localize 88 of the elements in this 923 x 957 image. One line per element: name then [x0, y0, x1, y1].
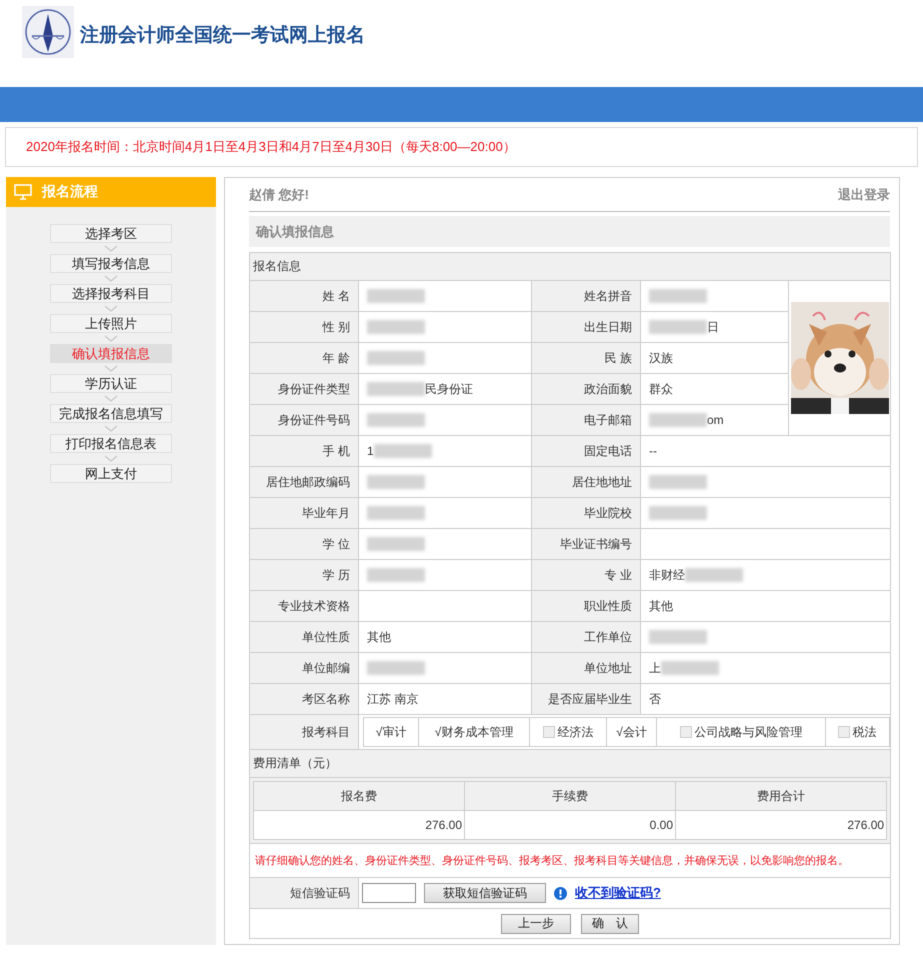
step-item[interactable]: 选择考区 — [50, 224, 172, 243]
step-item[interactable]: 填写报考信息 — [50, 254, 172, 273]
table-cell: 276.00 — [676, 810, 887, 840]
section-title: 确认填报信息 — [256, 222, 334, 240]
logo-icon — [22, 6, 74, 58]
site-title: 注册会计师全国统一考试网上报名 — [80, 24, 365, 48]
subject-option: 公司战略与风险管理 — [694, 724, 802, 740]
field-label: 固定电话 — [532, 436, 640, 466]
subject-option: √财务成本管理 — [434, 724, 514, 740]
field-label: 工作单位 — [532, 622, 640, 652]
chevron-down-icon — [104, 245, 118, 252]
field-label: 姓 名 — [250, 280, 358, 312]
sidebar-title: 报名流程 — [42, 183, 98, 201]
subject-option: 经济法 — [558, 724, 594, 740]
field-value: 日 — [707, 318, 719, 336]
sms-code-button[interactable]: 获取短信验证码 — [424, 883, 546, 903]
column-header: 费用合计 — [676, 782, 887, 810]
column-header: 报名费 — [254, 782, 465, 810]
step-item[interactable]: 学历认证 — [50, 374, 172, 393]
field-label: 短信验证码 — [250, 878, 358, 908]
info-icon — [554, 886, 567, 900]
field-label: 单位地址 — [532, 652, 640, 684]
field-label: 单位性质 — [250, 622, 358, 652]
field-label: 职业性质 — [532, 590, 640, 622]
step-item[interactable]: 选择报考科目 — [50, 284, 172, 303]
greeting-text: 赵倩 您好! — [249, 186, 309, 204]
back-button[interactable]: 上一步 — [501, 914, 572, 934]
field-label: 学 历 — [250, 560, 358, 590]
field-label: 性 别 — [250, 312, 358, 342]
table-cell: 276.00 — [254, 810, 465, 840]
field-value: 江苏 南京 — [367, 690, 418, 708]
field-label: 手 机 — [250, 436, 358, 466]
warning-text: 请仔细确认您的姓名、身份证件类型、身份证件号码、报考考区、报考科目等关键信息，并确保无误，以免影响您的报名。 — [255, 855, 849, 867]
field-value: 非财经 — [649, 566, 685, 584]
field-label: 报考科目 — [250, 714, 358, 750]
field-label: 毕业证书编号 — [532, 528, 640, 560]
table-cell: 0.00 — [464, 810, 676, 840]
field-label: 身份证件号码 — [250, 404, 358, 436]
chevron-down-icon — [104, 395, 118, 402]
field-value: 其他 — [367, 628, 391, 646]
field-label: 电子邮箱 — [532, 404, 640, 436]
field-label: 政治面貌 — [532, 374, 640, 404]
field-value: om — [707, 413, 724, 427]
field-label: 是否应届毕业生 — [532, 684, 640, 714]
input-field[interactable] — [362, 883, 416, 903]
field-label: 姓名拼音 — [532, 280, 640, 312]
field-label: 单位邮编 — [250, 652, 358, 684]
subject-option: 税法 — [852, 724, 876, 740]
subject-option: √会计 — [616, 724, 647, 740]
chevron-down-icon — [104, 305, 118, 312]
chevron-down-icon — [104, 425, 118, 432]
field-value: 汉族 — [649, 350, 673, 366]
field-value: -- — [649, 444, 657, 458]
monitor-icon — [14, 184, 32, 200]
field-label: 学 位 — [250, 528, 358, 560]
field-label: 毕业年月 — [250, 498, 358, 528]
table-caption: 报名信息 — [250, 252, 891, 280]
field-label: 考区名称 — [250, 684, 358, 714]
field-label: 身份证件类型 — [250, 374, 358, 404]
field-value: 否 — [649, 690, 661, 708]
step-item[interactable]: 上传照片 — [50, 314, 172, 333]
subject-option: √审计 — [376, 724, 406, 740]
field-label: 毕业院校 — [532, 498, 640, 528]
field-value: 上 — [649, 660, 661, 676]
step-item[interactable]: 打印报名信息表 — [50, 434, 172, 453]
table-caption: 费用清单（元） — [250, 750, 891, 778]
field-label: 民 族 — [532, 342, 640, 374]
field-label: 出生日期 — [532, 312, 640, 342]
chevron-down-icon — [104, 275, 118, 282]
field-value: 群众 — [649, 380, 673, 398]
chevron-down-icon — [104, 455, 118, 462]
step-item[interactable]: 网上支付 — [50, 464, 172, 483]
field-label: 年 龄 — [250, 342, 358, 374]
field-label: 专 业 — [532, 560, 640, 590]
field-value: 1 — [367, 444, 374, 458]
confirm-button[interactable]: 确 认 — [581, 914, 640, 934]
step-item[interactable]: 完成报名信息填写 — [50, 404, 172, 423]
field-label: 居住地邮政编码 — [250, 466, 358, 498]
field-value: 其他 — [649, 598, 673, 614]
logout-link[interactable]: 退出登录 — [838, 186, 890, 204]
column-header: 手续费 — [464, 782, 676, 810]
field-label: 专业技术资格 — [250, 590, 358, 622]
notice-text: 2020年报名时间：北京时间4月1日至4月3日和4月7日至4月30日（每天8:00—20:00） — [26, 138, 516, 156]
field-label: 居住地地址 — [532, 466, 640, 498]
field-value: 民身份证 — [425, 380, 473, 398]
chevron-down-icon — [104, 335, 118, 342]
chevron-down-icon — [104, 365, 118, 372]
help-link[interactable]: 收不到验证码? — [575, 884, 661, 902]
